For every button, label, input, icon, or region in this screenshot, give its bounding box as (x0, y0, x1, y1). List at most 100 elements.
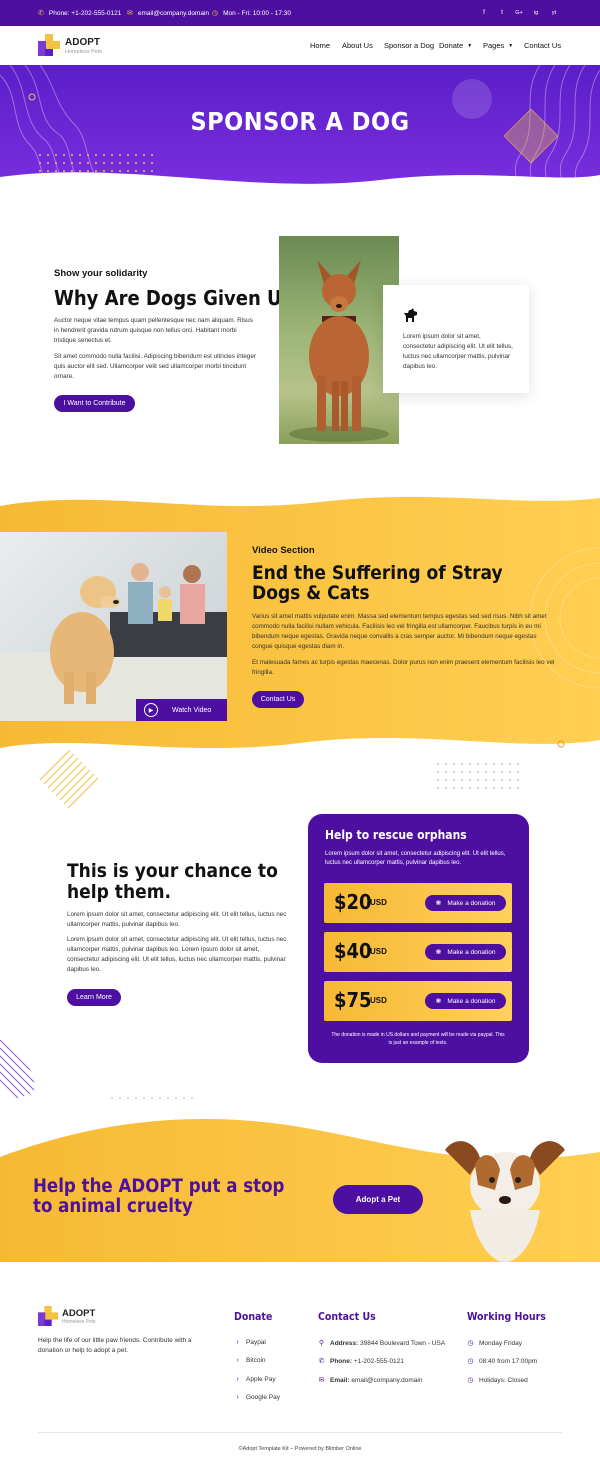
footer-hours-heading: Working Hours (467, 1311, 546, 1323)
video-paragraph-2: Et malesuada fames ac turpis egestas mae… (252, 659, 555, 676)
donation-currency: USD (370, 898, 387, 907)
info-card-text: Lorem ipsum dolor sit amet, consectetur … (403, 333, 513, 370)
donation-option: $40 USD ❀ Make a donation (324, 932, 512, 972)
footer-phone[interactable]: ✆ Phone: +1-202-555-0121 (318, 1357, 404, 1366)
make-donation-button[interactable]: ❀ Make a donation (425, 895, 506, 911)
hero-banner: SPONSOR A DOG (0, 65, 600, 190)
cta-title: Help the ADOPT put a stop to animal crue… (33, 1176, 285, 1217)
video-paragraph-1: Varius sit amet mattis vulputate enim. M… (252, 613, 547, 650)
solidarity-eyebrow: Show your solidarity (54, 268, 148, 279)
chevron-right-icon: › (236, 1394, 239, 1401)
footer-contact-heading: Contact Us (318, 1311, 376, 1323)
make-donation-button[interactable]: ❀ Make a donation (425, 993, 506, 1009)
footer-hours-item: ◷ Holidays: Closed (467, 1376, 528, 1385)
footer-email[interactable]: ✉ Email: email@company.domain (318, 1376, 423, 1385)
logo[interactable] (38, 34, 60, 56)
donation-currency: USD (370, 947, 387, 956)
footer-divider (38, 1432, 562, 1433)
footer-link-apple-pay[interactable]: › Apple Pay (234, 1376, 275, 1383)
phone-icon: ✆ (318, 1358, 325, 1365)
play-icon: ▶ (144, 703, 158, 717)
info-card: Lorem ipsum dolor sit amet, consectetur … (383, 285, 529, 393)
chevron-down-icon: ▼ (508, 42, 514, 49)
family-dog-illustration (0, 563, 227, 721)
logo-cross-icon (38, 34, 60, 56)
chance-title: This is your chance to help them. (67, 860, 278, 903)
chance-paragraph-2: Lorem ipsum dolor sit amet, consectetur … (67, 936, 287, 973)
topbar-hours: ◷ Mon - Fri: 10:00 - 17:30 (212, 9, 292, 18)
map-pin-icon: ⚲ (318, 1340, 325, 1347)
chevron-down-icon: ▼ (467, 42, 473, 49)
footer-link-paypal[interactable]: › Paypal (234, 1339, 266, 1346)
paw-icon: ❀ (435, 998, 442, 1005)
facebook-icon[interactable]: f (479, 8, 489, 18)
footer-donate-heading: Donate (234, 1311, 273, 1323)
topbar-phone[interactable]: ✆ Phone: +1-202-555-0121 (38, 0, 121, 26)
learn-more-button[interactable]: Learn More (67, 989, 121, 1006)
instagram-icon[interactable]: ig (531, 8, 541, 18)
donation-option: $75 USD ❀ Make a donation (324, 981, 512, 1021)
contribute-button[interactable]: I Want to Contribute (54, 395, 135, 412)
nav-donate[interactable]: Donate ▼ (439, 26, 472, 65)
rescue-text: Lorem ipsum dolor sit amet, consectetur … (325, 851, 506, 866)
paw-icon: ❀ (435, 949, 442, 956)
footer-hours-item: ◷ Monday Friday (467, 1339, 522, 1348)
clock-icon: ◷ (212, 10, 219, 17)
top-bar: ✆ Phone: +1-202-555-0121 ✉ email@company.d… (0, 0, 600, 26)
dog-photo (279, 236, 399, 444)
chevron-right-icon: › (236, 1357, 239, 1364)
solidarity-paragraph-2: Sit amet commodo nulla facilisi. Adipisc… (54, 353, 256, 380)
watch-video-button[interactable]: ▶ Watch Video (136, 699, 227, 721)
nav-contact[interactable]: Contact Us (524, 26, 561, 65)
terrier-illustration (445, 1141, 565, 1262)
dog-illustration (289, 260, 389, 442)
donation-amount: $20 (334, 890, 372, 914)
footer-logo[interactable] (38, 1306, 58, 1326)
video-eyebrow: Video Section (252, 545, 315, 556)
footer-about: Help the life of our little paw friends.… (38, 1337, 192, 1354)
nav-pages[interactable]: Pages ▼ (483, 26, 513, 65)
envelope-icon: ✉ (318, 1377, 325, 1384)
contact-us-button[interactable]: Contact Us (252, 691, 304, 708)
donation-option: $20 USD ❀ Make a donation (324, 883, 512, 923)
topbar-email[interactable]: ✉ email@company.domain (127, 0, 209, 26)
video-thumbnail[interactable]: ▶ Watch Video (0, 532, 227, 721)
footer-brand-tagline: Homeless Pets (62, 1319, 96, 1325)
dog-icon (402, 306, 420, 324)
chance-paragraph-1: Lorem ipsum dolor sit amet, consectetur … (67, 911, 287, 928)
adopt-pet-button[interactable]: Adopt a Pet (333, 1185, 423, 1214)
twitter-icon[interactable]: t (497, 8, 507, 18)
footer-link-google-pay[interactable]: › Google Pay (234, 1394, 280, 1401)
video-title: End the Suffering of Stray Dogs & Cats (252, 562, 503, 604)
brand-tagline: Homeless Pets (65, 49, 102, 55)
envelope-icon: ✉ (127, 10, 133, 17)
nav-sponsor[interactable]: Sponsor a Dog (384, 26, 434, 65)
clock-icon: ◷ (467, 1377, 474, 1384)
hero-title: SPONSOR A DOG (190, 107, 410, 136)
solidarity-title: Why Are Dogs Given Up? (54, 286, 305, 310)
solidarity-paragraph-1: Auctor neque vitae tempus quam pellentes… (54, 317, 253, 344)
nav-about[interactable]: About Us (342, 26, 373, 65)
donation-amount: $40 (334, 939, 372, 963)
donation-note: The donation is made in US dollars and p… (331, 1032, 505, 1046)
chevron-right-icon: › (236, 1339, 239, 1346)
footer-address: ⚲ Address: 39844 Boulevard Town - USA (318, 1339, 446, 1348)
donation-currency: USD (370, 996, 387, 1005)
brand-name: ADOPT (65, 37, 100, 48)
rescue-title: Help to rescue orphans (325, 828, 467, 842)
footer-link-bitcoin[interactable]: › Bitcoin (234, 1357, 265, 1364)
main-navigation: ADOPT Homeless Pets Home About Us Sponso… (0, 26, 600, 65)
nav-home[interactable]: Home (310, 26, 330, 65)
google-plus-icon[interactable]: G+ (514, 8, 524, 18)
chevron-right-icon: › (236, 1376, 239, 1383)
logo-cross-icon (38, 1306, 58, 1326)
youtube-icon[interactable]: yt (549, 8, 559, 18)
phone-icon: ✆ (38, 10, 44, 17)
make-donation-button[interactable]: ❀ Make a donation (425, 944, 506, 960)
clock-icon: ◷ (467, 1340, 474, 1347)
paw-icon: ❀ (435, 900, 442, 907)
footer-hours-item: ◷ 08:40 from 17:00pm (467, 1357, 538, 1366)
footer-brand-name: ADOPT (62, 1308, 96, 1319)
footer-copyright: ©Adopt Template Kit – Powered by Blimber… (238, 1446, 362, 1452)
donation-amount: $75 (334, 988, 372, 1012)
